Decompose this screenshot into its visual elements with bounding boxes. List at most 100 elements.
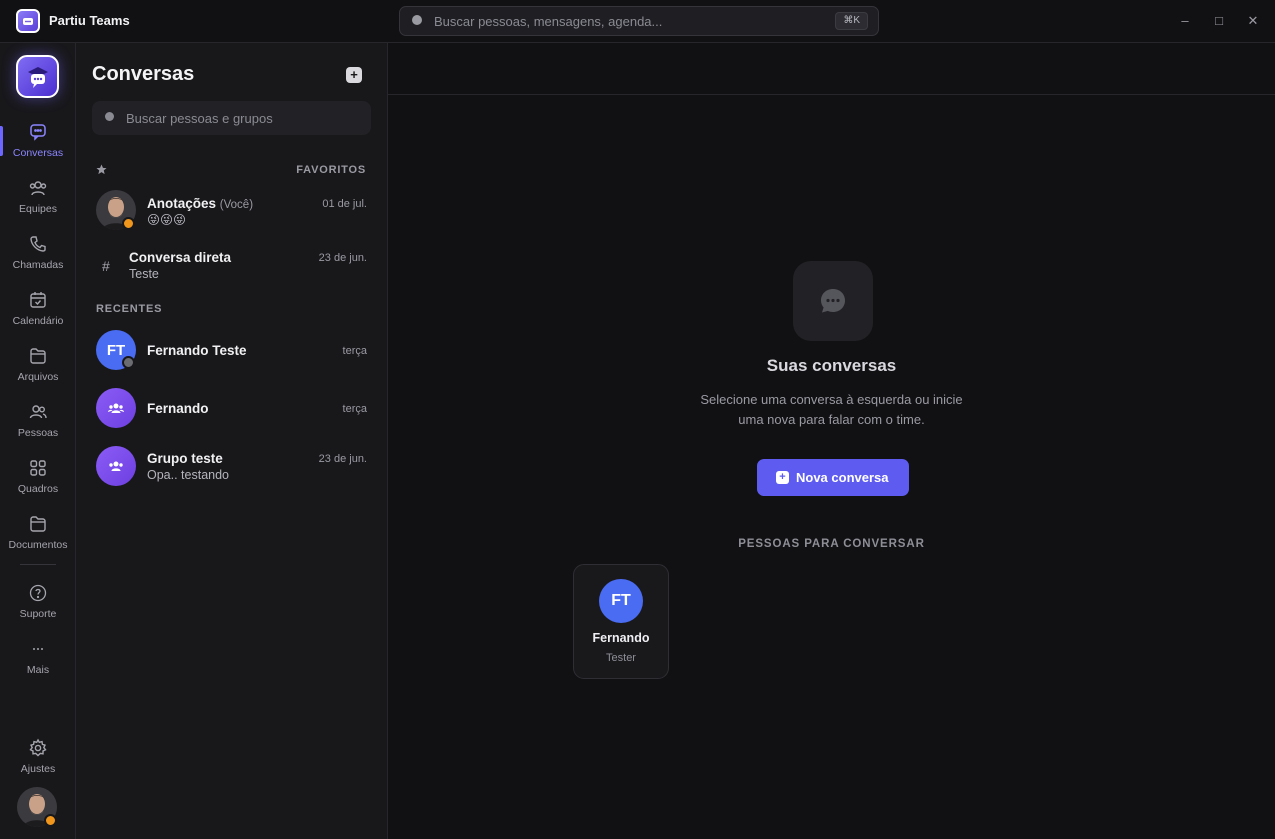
people-icon <box>29 405 47 419</box>
calendar-icon <box>30 292 46 308</box>
maximize-button[interactable]: □ <box>1209 11 1229 31</box>
rail-label: Arquivos <box>17 371 59 383</box>
search-icon <box>412 15 422 25</box>
person-card[interactable]: FT Fernando Tester <box>573 564 669 679</box>
people-section-label: PESSOAS PARA CONVERSAR <box>738 538 925 550</box>
document-folder-icon <box>30 516 46 532</box>
rail-label: Pessoas <box>17 427 59 439</box>
chat-bubble-icon <box>821 289 845 313</box>
rail-label: Documentos <box>8 539 68 551</box>
team-icon <box>29 181 47 196</box>
search-placeholder: Buscar pessoas e grupos <box>126 111 273 126</box>
rail-label: Conversas <box>12 147 64 159</box>
favorites-label: FAVORITOS <box>296 164 366 176</box>
conversation-name-text: Anotações <box>147 196 217 211</box>
presence-status-dot <box>44 814 57 827</box>
you-suffix: (Você) <box>219 199 254 211</box>
rail-label: Suporte <box>19 608 57 620</box>
app-title: Partiu Teams <box>49 13 130 28</box>
main-content: Suas conversas Selecione uma conversa à … <box>388 43 1275 839</box>
rail-label: Quadros <box>17 483 59 495</box>
rail-item-documentos[interactable]: Documentos <box>0 514 76 564</box>
graduation-chat-icon <box>27 66 48 88</box>
panel-title: Conversas <box>92 63 195 85</box>
conversation-item[interactable]: Grupo teste Opa.. testando 23 de jun. <box>76 438 387 494</box>
rail-divider <box>20 564 56 565</box>
star-icon <box>96 164 107 175</box>
conversation-time: 23 de jun. <box>318 453 367 465</box>
conversations-panel: Conversas + Buscar pessoas e grupos FAVO… <box>76 43 388 839</box>
rail-item-quadros[interactable]: Quadros <box>0 458 76 508</box>
chat-icon <box>30 124 46 141</box>
empty-state-title: Suas conversas <box>766 356 897 375</box>
empty-state-icon-tile <box>793 261 873 341</box>
conversation-time: terça <box>342 345 367 357</box>
search-icon <box>105 112 114 121</box>
app-logo-icon <box>16 9 40 33</box>
nav-rail: Conversas Equipes Chamadas Calendário Ar… <box>0 43 76 839</box>
close-button[interactable]: ✕ <box>1243 11 1263 31</box>
group-avatar <box>96 388 136 428</box>
rail-item-chamadas[interactable]: Chamadas <box>0 234 76 284</box>
rail-label: Mais <box>26 664 50 676</box>
conversation-search-input[interactable]: Buscar pessoas e grupos <box>92 101 371 135</box>
recents-label: RECENTES <box>96 303 163 315</box>
help-icon <box>29 584 47 602</box>
rail-label: Calendário <box>12 315 64 327</box>
rail-item-suporte[interactable]: Suporte <box>0 583 76 633</box>
conversation-time: 01 de jul. <box>322 198 367 210</box>
presence-status-dot <box>122 217 135 230</box>
conversation-item[interactable]: FT Fernando Teste terça <box>76 322 387 378</box>
rail-label: Equipes <box>19 203 57 215</box>
conversation-preview: Teste <box>129 267 159 281</box>
conversation-name: Anotações (Você) <box>147 196 253 211</box>
global-search-placeholder: Buscar pessoas, mensagens, agenda... <box>434 14 663 29</box>
hash-icon: # <box>102 258 110 274</box>
rail-item-equipes[interactable]: Equipes <box>0 178 76 228</box>
rail-label: Chamadas <box>12 259 64 271</box>
rail-item-arquivos[interactable]: Arquivos <box>0 346 76 396</box>
empty-desc-line: uma nova para falar com o time. <box>738 412 925 427</box>
empty-state-description: Selecione uma conversa à esquerda ou ini… <box>388 390 1275 430</box>
button-label: Nova conversa <box>796 470 889 485</box>
shortcut-badge: ⌘K <box>835 12 868 30</box>
conversation-name: Fernando Teste <box>147 343 247 358</box>
rail-label: Ajustes <box>20 763 56 775</box>
rail-item-mais[interactable]: Mais <box>0 639 76 689</box>
global-search-input[interactable]: Buscar pessoas, mensagens, agenda... ⌘K <box>399 6 879 36</box>
rail-item-conversas[interactable]: Conversas <box>0 122 76 172</box>
conversation-preview: 😜😜😜 <box>147 213 187 227</box>
conversation-time: 23 de jun. <box>318 252 367 264</box>
phone-icon <box>30 236 46 252</box>
conversation-item[interactable]: # Conversa direta Teste 23 de jun. <box>76 239 387 295</box>
conversation-time: terça <box>342 403 367 415</box>
person-role: Tester <box>606 652 636 664</box>
gear-icon <box>29 738 47 757</box>
new-conversation-button[interactable]: + Nova conversa <box>757 459 909 496</box>
conversation-name: Conversa direta <box>129 250 232 265</box>
group-avatar <box>96 446 136 486</box>
presence-status-dot <box>122 356 135 369</box>
conversation-item[interactable]: Anotações (Você) 😜😜😜 01 de jul. <box>76 183 387 239</box>
workspace-logo[interactable] <box>16 55 59 98</box>
minimize-button[interactable]: – <box>1175 11 1195 31</box>
conversation-name: Fernando <box>147 401 209 416</box>
rail-item-pessoas[interactable]: Pessoas <box>0 402 76 452</box>
person-name: Fernando <box>592 631 650 645</box>
folder-icon <box>30 348 46 364</box>
group-icon <box>109 461 123 471</box>
avatar: FT <box>599 579 643 623</box>
title-bar: Partiu Teams Buscar pessoas, mensagens, … <box>0 0 1275 43</box>
conversation-item[interactable]: Fernando terça <box>76 380 387 436</box>
grid-icon <box>30 460 46 476</box>
conversation-preview: Opa.. testando <box>147 468 230 482</box>
new-conversation-icon-button[interactable]: + <box>346 67 362 83</box>
rail-item-calendario[interactable]: Calendário <box>0 290 76 340</box>
conversation-name: Grupo teste <box>147 451 223 466</box>
group-icon <box>108 403 124 413</box>
more-icon <box>33 648 43 650</box>
empty-desc-line: Selecione uma conversa à esquerda ou ini… <box>700 392 963 407</box>
rail-item-ajustes[interactable]: Ajustes <box>0 738 76 788</box>
main-header <box>388 43 1275 95</box>
plus-icon: + <box>776 471 789 484</box>
